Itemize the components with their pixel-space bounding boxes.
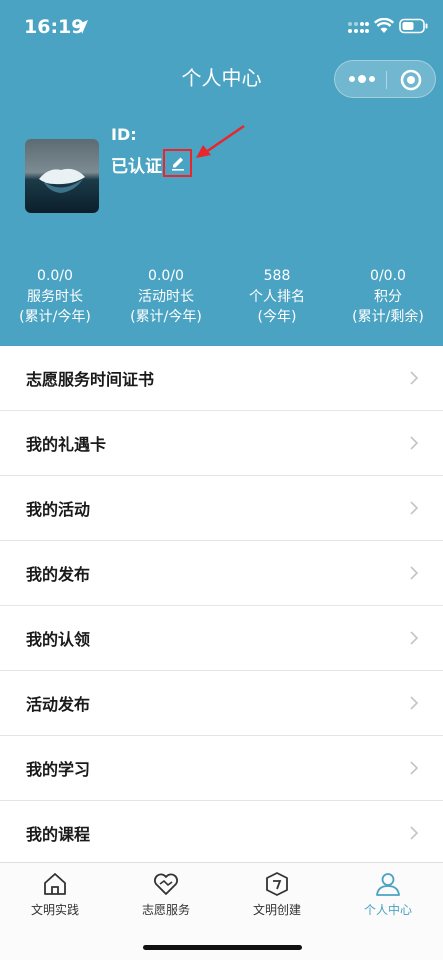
menu-list: 志愿服务时间证书 我的礼遇卡 我的活动 我的发布 我的认领 活动发布 我的学习 …	[0, 346, 443, 866]
stat-service-hours[interactable]: 0.0/0 服务时长 (累计/今年)	[0, 266, 110, 328]
annotation-arrow	[196, 124, 245, 158]
chevron-right-icon	[410, 761, 419, 775]
tab-volunteer-service[interactable]: 志愿服务	[111, 863, 221, 923]
tab-label: 文明实践	[30, 903, 79, 917]
status-bar: 16:19	[0, 0, 443, 56]
location-arrow-icon	[74, 20, 88, 34]
stat-sub: (累计/剩余)	[352, 309, 424, 325]
menu-item-my-learning[interactable]: 我的学习	[0, 736, 443, 801]
tab-label: 个人中心	[363, 903, 412, 917]
tab-civilization-practice[interactable]: 文明实践	[0, 863, 110, 923]
stat-label: 服务时长	[27, 288, 83, 305]
tab-personal-center[interactable]: 个人中心	[333, 863, 443, 923]
chevron-right-icon	[410, 696, 419, 710]
avatar[interactable]	[25, 139, 99, 213]
menu-item-courtesy-card[interactable]: 我的礼遇卡	[0, 411, 443, 476]
stat-sub: (累计/今年)	[130, 309, 202, 325]
stat-personal-rank[interactable]: 588 个人排名 (今年)	[222, 266, 332, 328]
wifi-icon	[374, 18, 394, 33]
pencil-icon	[172, 157, 184, 171]
stat-value: 0.0/0	[37, 268, 73, 284]
person-icon	[376, 873, 400, 896]
menu-item-my-posts[interactable]: 我的发布	[0, 541, 443, 606]
menu-item-label: 我的发布	[26, 565, 91, 584]
miniprogram-capsule	[334, 60, 436, 98]
menu-item-label: 活动发布	[26, 695, 91, 714]
stat-points[interactable]: 0/0.0 积分 (累计/剩余)	[333, 266, 443, 328]
stat-value: 0.0/0	[148, 268, 184, 284]
menu-item-label: 我的学习	[26, 760, 91, 779]
menu-item-label: 我的活动	[26, 500, 91, 519]
chevron-right-icon	[410, 436, 419, 450]
more-dots-icon[interactable]	[347, 69, 377, 89]
chevron-right-icon	[410, 826, 419, 840]
stat-activity-hours[interactable]: 0.0/0 活动时长 (累计/今年)	[111, 266, 221, 328]
cellular-signal-icon	[348, 22, 369, 33]
profile-header: 16:19 个人中心 ID: 已认证 0.0/0 服务时长 (累计/今年) 0.…	[0, 0, 443, 346]
menu-item-label: 我的认领	[26, 630, 91, 649]
stat-label: 活动时长	[138, 288, 194, 305]
menu-item-my-claims[interactable]: 我的认领	[0, 606, 443, 671]
capsule-divider	[386, 71, 387, 89]
bottom-tab-bar: 文明实践 志愿服务 文明创建 个人中心	[0, 862, 443, 960]
home-icon	[44, 873, 66, 895]
menu-item-publish-activity[interactable]: 活动发布	[0, 671, 443, 736]
menu-item-my-courses[interactable]: 我的课程	[0, 801, 443, 866]
stat-label: 积分	[374, 288, 402, 305]
user-id-label: ID:	[111, 125, 137, 144]
stats-row: 0.0/0 服务时长 (累计/今年) 0.0/0 活动时长 (累计/今年) 58…	[0, 266, 443, 326]
edit-profile-button[interactable]	[163, 149, 192, 177]
battery-icon	[399, 18, 428, 34]
chevron-right-icon	[410, 631, 419, 645]
cube-icon	[266, 872, 288, 896]
stat-sub: (累计/今年)	[19, 309, 91, 325]
close-miniprogram-icon[interactable]	[399, 68, 423, 92]
menu-item-certificate[interactable]: 志愿服务时间证书	[0, 346, 443, 411]
menu-item-label: 志愿服务时间证书	[26, 370, 155, 389]
stat-label: 个人排名	[249, 288, 305, 305]
iceberg-image	[25, 139, 99, 213]
tab-civilization-building[interactable]: 文明创建	[222, 863, 332, 923]
menu-item-label: 我的课程	[26, 825, 91, 844]
chevron-right-icon	[410, 501, 419, 515]
chevron-right-icon	[410, 371, 419, 385]
stat-value: 588	[263, 268, 291, 284]
tab-label: 志愿服务	[141, 903, 190, 917]
chevron-right-icon	[410, 566, 419, 580]
menu-item-my-activities[interactable]: 我的活动	[0, 476, 443, 541]
home-indicator[interactable]	[143, 945, 302, 950]
menu-item-label: 我的礼遇卡	[26, 435, 107, 454]
heart-hands-icon	[154, 873, 178, 895]
verification-status: 已认证	[111, 157, 162, 177]
stat-value: 0/0.0	[370, 268, 406, 284]
tab-label: 文明创建	[252, 903, 301, 917]
stat-sub: (今年)	[257, 309, 297, 325]
